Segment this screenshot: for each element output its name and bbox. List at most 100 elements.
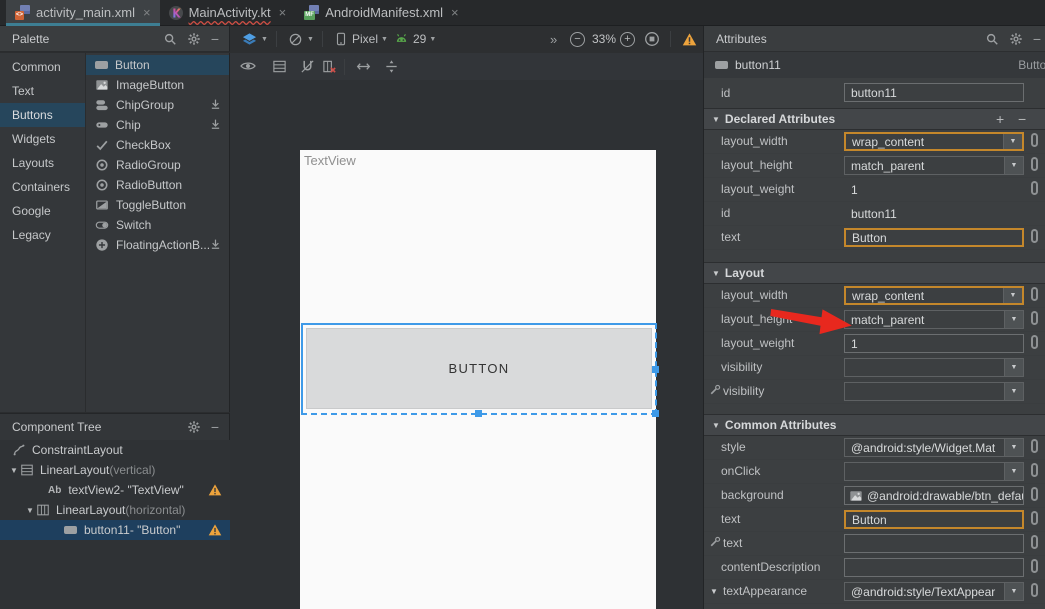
warning-icon[interactable] [208, 523, 222, 537]
palette-category-google[interactable]: Google [0, 199, 85, 223]
close-icon[interactable] [279, 5, 287, 20]
chevron-down-icon[interactable] [1003, 134, 1022, 149]
palette-item-switch[interactable]: Switch [86, 215, 229, 235]
tree-node-constraintlayout[interactable]: ConstraintLayout [0, 440, 230, 460]
distribute-button[interactable] [384, 53, 399, 79]
palette-category-buttons[interactable]: Buttons [0, 103, 85, 127]
section-common-attributes[interactable]: Common Attributes [704, 414, 1045, 436]
section-declared-attributes[interactable]: Declared Attributes [704, 108, 1045, 130]
palette-category-layouts[interactable]: Layouts [0, 151, 85, 175]
tree-node-button11[interactable]: button11- "Button" [0, 520, 230, 540]
tab-activity-main-xml[interactable]: <> activity_main.xml [6, 0, 160, 25]
view-options-button[interactable] [240, 53, 256, 79]
contentdescription-input[interactable] [844, 558, 1024, 577]
tools-visibility-dropdown[interactable] [844, 382, 1024, 401]
palette-category-common[interactable]: Common [0, 55, 85, 79]
tools-attribute-toggle[interactable] [1031, 311, 1038, 325]
autoconnect-off-button[interactable] [300, 53, 315, 79]
background-input[interactable]: @android:drawable/btn_defau [844, 486, 1024, 505]
chevron-down-icon[interactable] [1004, 583, 1023, 600]
text-input[interactable]: Button [844, 228, 1024, 247]
resize-handle-right[interactable] [652, 366, 659, 373]
zoom-in-button[interactable]: + [620, 26, 635, 52]
expander-icon[interactable] [24, 506, 36, 515]
api-level-selector[interactable]: 29 [394, 26, 436, 52]
minimize-icon[interactable] [1033, 31, 1041, 47]
tools-attribute-toggle[interactable] [1031, 583, 1038, 597]
selected-linearlayout-bounds[interactable]: BUTTON [301, 323, 657, 415]
search-icon[interactable] [163, 32, 177, 46]
palette-category-widgets[interactable]: Widgets [0, 127, 85, 151]
palette-category-text[interactable]: Text [0, 79, 85, 103]
chevron-down-icon[interactable] [1004, 157, 1023, 174]
expander-icon[interactable] [8, 466, 20, 475]
chevron-down-icon[interactable] [1004, 463, 1023, 480]
layout-height-dropdown[interactable]: match_parent [844, 310, 1024, 329]
gear-icon[interactable] [187, 420, 201, 434]
palette-item-floatingactionbutton[interactable]: FloatingActionB... [86, 235, 229, 255]
chevron-down-icon[interactable] [1004, 359, 1023, 376]
tools-attribute-toggle[interactable] [1031, 157, 1038, 171]
tools-attribute-toggle[interactable] [1031, 463, 1038, 477]
tools-text-input[interactable] [844, 534, 1024, 553]
device-screen[interactable]: TextView BUTTON [300, 150, 656, 609]
download-icon[interactable] [209, 98, 222, 111]
warnings-button[interactable] [682, 26, 697, 52]
layout-variant-button[interactable] [272, 53, 287, 79]
download-icon[interactable] [209, 118, 222, 131]
download-icon[interactable] [209, 238, 222, 251]
tools-attribute-toggle[interactable] [1031, 287, 1038, 301]
tree-node-textview2[interactable]: textView2- "TextView" [0, 480, 230, 500]
tab-mainactivity-kt[interactable]: MainActivity.kt [160, 0, 296, 25]
layout-weight-input[interactable]: 1 [844, 334, 1024, 353]
tools-attribute-toggle[interactable] [1031, 511, 1038, 525]
style-dropdown[interactable]: @android:style/Widget.Mat [844, 438, 1024, 457]
chevron-down-icon[interactable] [1004, 439, 1023, 456]
tools-attribute-toggle[interactable] [1031, 559, 1038, 573]
clear-constraints-button[interactable] [322, 53, 337, 79]
remove-attribute-icon[interactable] [1018, 111, 1026, 127]
tools-attribute-toggle[interactable] [1031, 181, 1038, 195]
expander-icon[interactable] [710, 580, 718, 603]
warning-icon[interactable] [208, 483, 222, 497]
id-input[interactable]: button11 [844, 83, 1024, 102]
tools-attribute-toggle[interactable] [1031, 229, 1038, 243]
palette-item-radiobutton[interactable]: RadioButton [86, 175, 229, 195]
section-layout[interactable]: Layout [704, 262, 1045, 284]
add-attribute-icon[interactable] [996, 111, 1004, 127]
tools-attribute-toggle[interactable] [1031, 487, 1038, 501]
tab-androidmanifest-xml[interactable]: MF AndroidManifest.xml [295, 0, 467, 25]
layout-height-dropdown[interactable]: match_parent [844, 156, 1024, 175]
palette-item-togglebutton[interactable]: ToggleButton [86, 195, 229, 215]
text-input[interactable]: Button [844, 510, 1024, 529]
palette-item-checkbox[interactable]: CheckBox [86, 135, 229, 155]
palette-item-chipgroup[interactable]: ChipGroup [86, 95, 229, 115]
chevron-down-icon[interactable] [1004, 383, 1023, 400]
device-selector[interactable]: Pixel [334, 26, 388, 52]
palette-category-legacy[interactable]: Legacy [0, 223, 85, 247]
palette-item-button[interactable]: Button [86, 55, 229, 75]
visibility-dropdown[interactable] [844, 358, 1024, 377]
orientation-change-button[interactable] [356, 53, 371, 79]
canvas-textview[interactable]: TextView [304, 153, 356, 168]
tools-attribute-toggle[interactable] [1031, 439, 1038, 453]
tree-node-linearlayout-horizontal[interactable]: LinearLayout (horizontal) [0, 500, 230, 520]
close-icon[interactable] [143, 5, 151, 20]
palette-item-radiogroup[interactable]: RadioGroup [86, 155, 229, 175]
onclick-dropdown[interactable] [844, 462, 1024, 481]
gear-icon[interactable] [187, 32, 201, 46]
layout-width-dropdown[interactable]: wrap_content [844, 132, 1024, 151]
palette-item-chip[interactable]: Chip [86, 115, 229, 135]
palette-category-containers[interactable]: Containers [0, 175, 85, 199]
layout-width-dropdown[interactable]: wrap_content [844, 286, 1024, 305]
textappearance-dropdown[interactable]: @android:style/TextAppear [844, 582, 1024, 601]
canvas-button[interactable]: BUTTON [306, 328, 652, 409]
minimize-icon[interactable] [211, 31, 219, 47]
id-value[interactable]: button11 [844, 204, 1024, 223]
close-icon[interactable] [451, 5, 459, 20]
chevron-down-icon[interactable] [1004, 311, 1023, 328]
search-icon[interactable] [985, 32, 999, 46]
palette-item-imagebutton[interactable]: ImageButton [86, 75, 229, 95]
resize-handle-corner[interactable] [652, 410, 659, 417]
tools-attribute-toggle[interactable] [1031, 335, 1038, 349]
